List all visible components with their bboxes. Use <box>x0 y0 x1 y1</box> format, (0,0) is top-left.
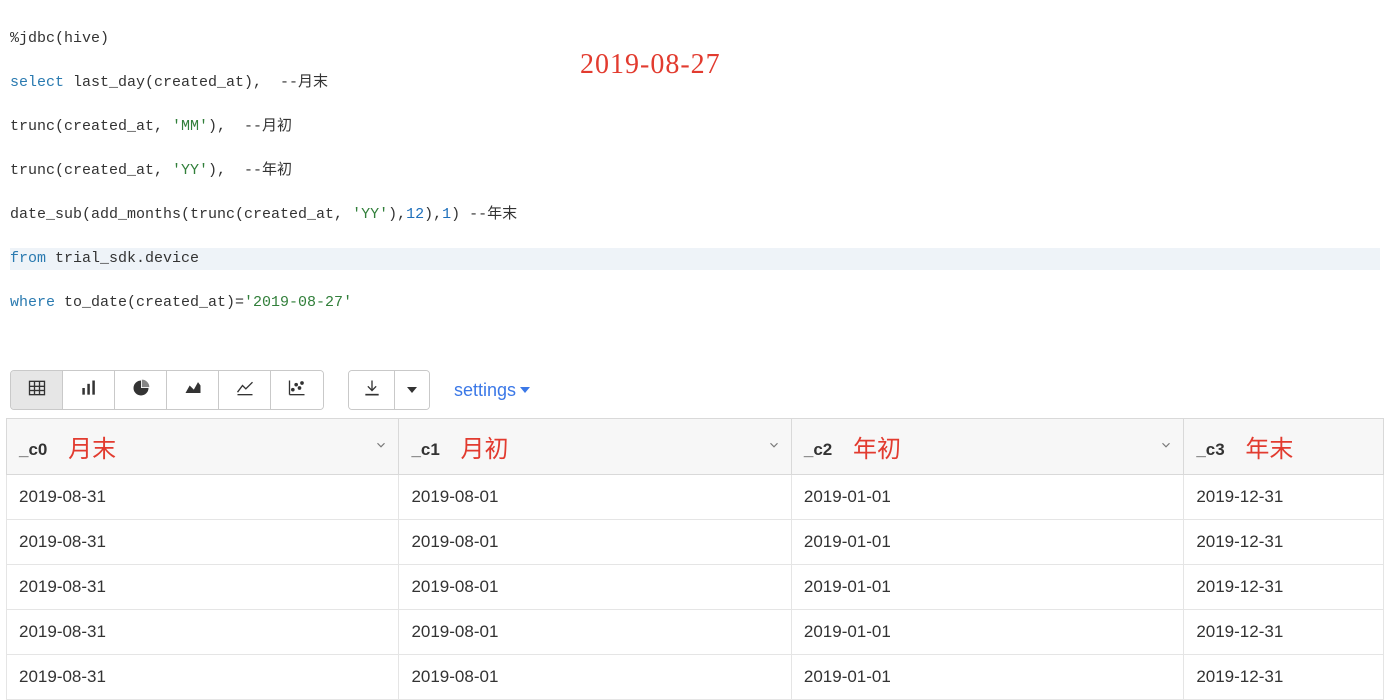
column-header-label: _c0 <box>19 440 47 459</box>
column-header-c0[interactable]: _c0 月末 <box>7 419 399 475</box>
download-caret-button[interactable] <box>395 371 429 409</box>
area-chart-icon <box>183 378 203 403</box>
code-text: 12 <box>406 206 424 223</box>
code-text: ), --年初 <box>208 162 292 179</box>
code-text: last_day(created_at), --月末 <box>64 74 328 91</box>
download-icon <box>362 378 382 403</box>
pie-chart-icon <box>131 378 151 403</box>
cell-c0: 2019-08-31 <box>7 475 399 520</box>
cell-c2: 2019-01-01 <box>791 610 1183 655</box>
column-header-c2[interactable]: _c2 年初 <box>791 419 1183 475</box>
cell-c0: 2019-08-31 <box>7 520 399 565</box>
column-header-c1[interactable]: _c1 月初 <box>399 419 791 475</box>
code-text: trunc(created_at, <box>10 162 172 179</box>
chevron-down-icon[interactable] <box>374 437 388 457</box>
settings-link[interactable]: settings <box>454 380 530 401</box>
table-row[interactable]: 2019-08-312019-08-012019-01-012019-12-31 <box>7 655 1384 700</box>
code-text: '2019-08-27' <box>244 294 352 311</box>
cell-c3: 2019-12-31 <box>1184 610 1384 655</box>
download-button[interactable] <box>349 371 395 409</box>
code-text: %jdbc(hive) <box>10 30 109 47</box>
cell-c0: 2019-08-31 <box>7 610 399 655</box>
caret-down-icon <box>520 387 530 393</box>
column-annotation: 年初 <box>853 437 901 463</box>
column-header-label: _c3 <box>1196 440 1224 459</box>
chevron-down-icon[interactable] <box>767 437 781 457</box>
table-row[interactable]: 2019-08-312019-08-012019-01-012019-12-31 <box>7 565 1384 610</box>
code-text: trial_sdk.device <box>46 250 199 267</box>
line-chart-button[interactable] <box>219 371 271 409</box>
table-row[interactable]: 2019-08-312019-08-012019-01-012019-12-31 <box>7 520 1384 565</box>
code-text: ), <box>388 206 406 223</box>
cell-c0: 2019-08-31 <box>7 565 399 610</box>
cell-c3: 2019-12-31 <box>1184 475 1384 520</box>
cell-c1: 2019-08-01 <box>399 520 791 565</box>
column-annotation: 月初 <box>461 437 509 463</box>
code-text: 'MM' <box>172 118 208 135</box>
scatter-chart-button[interactable] <box>271 371 323 409</box>
table-row[interactable]: 2019-08-312019-08-012019-01-012019-12-31 <box>7 610 1384 655</box>
area-chart-button[interactable] <box>167 371 219 409</box>
code-text: ) --年末 <box>451 206 517 223</box>
table-body: 2019-08-312019-08-012019-01-012019-12-31… <box>7 475 1384 700</box>
table-header: _c0 月末 _c1 月初 _c2 年初 _c3 年末 <box>7 419 1384 475</box>
code-text: trunc(created_at, <box>10 118 172 135</box>
cell-c2: 2019-01-01 <box>791 655 1183 700</box>
viz-group <box>10 370 324 410</box>
code-text: date_sub(add_months(trunc(created_at, <box>10 206 352 223</box>
code-text: where <box>10 294 55 311</box>
table-icon <box>27 378 47 403</box>
cell-c1: 2019-08-01 <box>399 565 791 610</box>
column-header-label: _c2 <box>804 440 832 459</box>
table-row[interactable]: 2019-08-312019-08-012019-01-012019-12-31 <box>7 475 1384 520</box>
cell-c2: 2019-01-01 <box>791 520 1183 565</box>
column-header-c3[interactable]: _c3 年末 <box>1184 419 1384 475</box>
code-text: from <box>10 250 46 267</box>
download-group <box>348 370 430 410</box>
result-toolbar: settings <box>0 362 1390 418</box>
code-text: 'YY' <box>172 162 208 179</box>
code-text: select <box>10 74 64 91</box>
cell-c0: 2019-08-31 <box>7 655 399 700</box>
bar-chart-button[interactable] <box>63 371 115 409</box>
caret-down-icon <box>407 387 417 393</box>
cell-c3: 2019-12-31 <box>1184 565 1384 610</box>
results-table: _c0 月末 _c1 月初 _c2 年初 _c3 年末 2019-08-3120… <box>6 418 1384 700</box>
cell-c1: 2019-08-01 <box>399 610 791 655</box>
cell-c2: 2019-01-01 <box>791 565 1183 610</box>
chevron-down-icon[interactable] <box>1159 437 1173 457</box>
cell-c1: 2019-08-01 <box>399 475 791 520</box>
column-annotation: 月末 <box>68 437 116 463</box>
cell-c3: 2019-12-31 <box>1184 655 1384 700</box>
annotation-date: 2019-08-27 <box>580 54 721 76</box>
pie-chart-button[interactable] <box>115 371 167 409</box>
settings-label: settings <box>454 380 516 401</box>
code-editor[interactable]: %jdbc(hive) select last_day(created_at),… <box>0 0 1390 362</box>
scatter-chart-icon <box>287 378 307 403</box>
column-header-label: _c1 <box>411 440 439 459</box>
line-chart-icon <box>235 378 255 403</box>
table-view-button[interactable] <box>11 371 63 409</box>
code-text: to_date(created_at)= <box>55 294 244 311</box>
cell-c3: 2019-12-31 <box>1184 520 1384 565</box>
code-text: ), --月初 <box>208 118 292 135</box>
code-text: 'YY' <box>352 206 388 223</box>
cell-c2: 2019-01-01 <box>791 475 1183 520</box>
cell-c1: 2019-08-01 <box>399 655 791 700</box>
bar-chart-icon <box>79 378 99 403</box>
column-annotation: 年末 <box>1245 437 1293 463</box>
code-text: 1 <box>442 206 451 223</box>
code-text: ), <box>424 206 442 223</box>
